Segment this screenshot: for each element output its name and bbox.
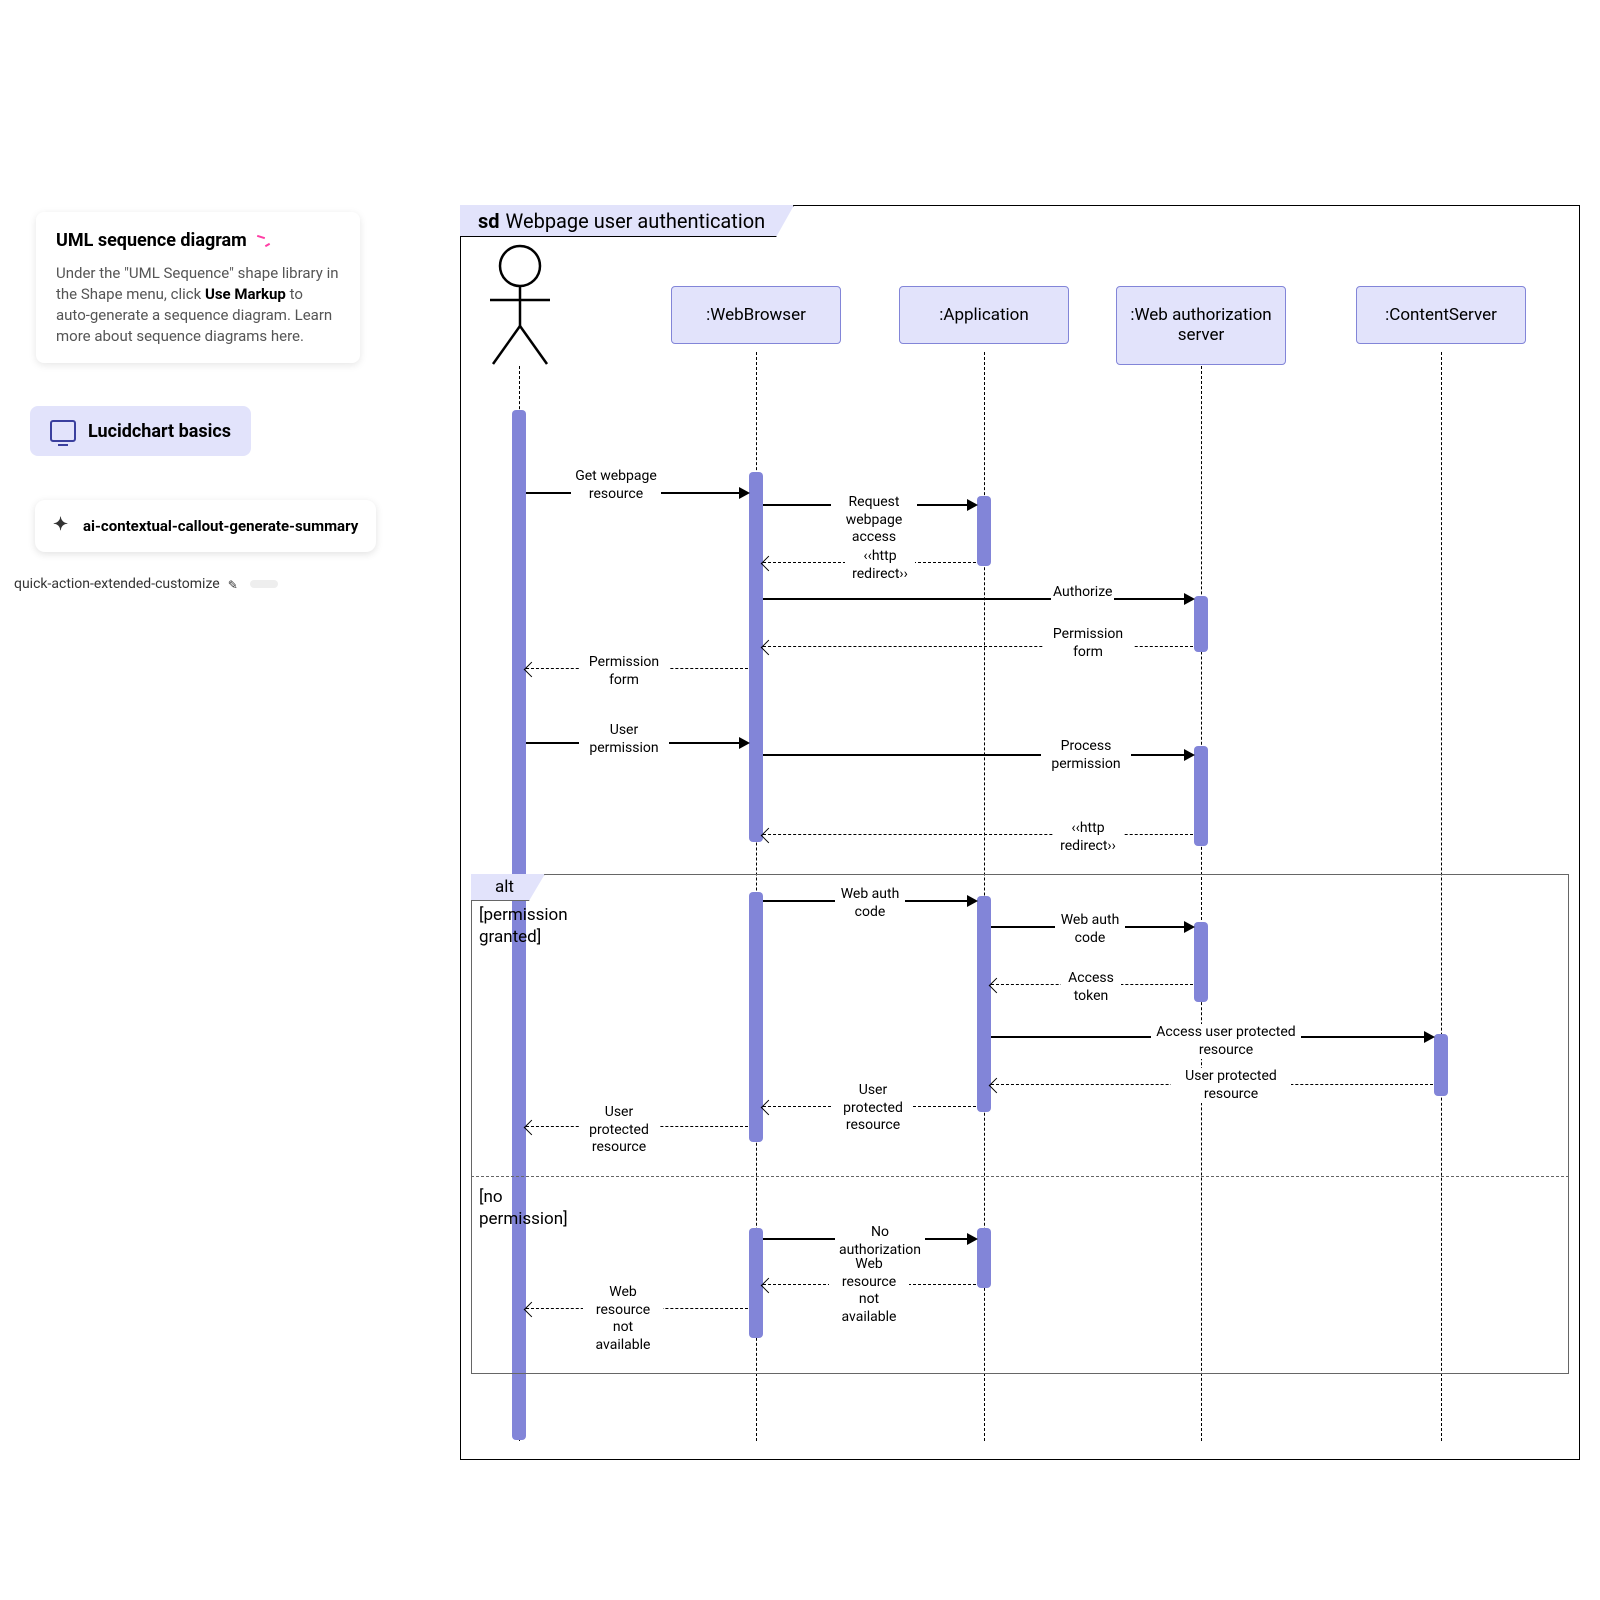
uml-tip-card: UML sequence diagram Under the "UML Sequ… bbox=[36, 212, 360, 363]
lucidchart-basics-card[interactable]: Lucidchart basics bbox=[30, 406, 251, 456]
quick-action-row[interactable]: quick-action-extended-customize bbox=[14, 576, 278, 592]
msg-redirect-2 bbox=[763, 834, 1193, 835]
label-wac-1: Web auth code bbox=[835, 886, 905, 921]
label-get-resource: Get webpage resource bbox=[571, 468, 661, 503]
label-perm-form-user: Permission form bbox=[579, 654, 669, 689]
basics-label: Lucidchart basics bbox=[88, 421, 231, 442]
monitor-icon bbox=[50, 420, 76, 442]
label-wac-2: Web auth code bbox=[1055, 912, 1125, 947]
label-process-perm: Process permission bbox=[1041, 738, 1131, 773]
label-wrna-2: Web resource not available bbox=[583, 1284, 663, 1354]
ai-callout-label: ai-contextual-callout-generate-summary bbox=[83, 517, 358, 535]
sequence-diagram-canvas[interactable]: sd Webpage user authentication :WebBrows… bbox=[460, 205, 1580, 1460]
sparkle-icon bbox=[53, 516, 73, 536]
activation-app-1 bbox=[977, 496, 991, 566]
pencil-icon bbox=[228, 577, 242, 591]
msg-authorize bbox=[763, 598, 1193, 600]
alt-guard-1: [permission granted] bbox=[479, 904, 589, 948]
label-redirect-1: ‹‹http redirect›› bbox=[845, 548, 915, 583]
label-access-token: Access token bbox=[1061, 970, 1121, 1005]
lifeline-browser[interactable]: :WebBrowser bbox=[671, 286, 841, 344]
label-request-access: Request webpage access bbox=[831, 494, 917, 547]
uml-tip-title: UML sequence diagram bbox=[56, 228, 247, 253]
label-redirect-2: ‹‹http redirect›› bbox=[1053, 820, 1123, 855]
ai-summary-callout[interactable]: ai-contextual-callout-generate-summary bbox=[35, 500, 376, 552]
uml-tip-body: Under the "UML Sequence" shape library i… bbox=[56, 263, 340, 347]
activation-auth-2 bbox=[1194, 746, 1208, 846]
label-upr-cs: User protected resource bbox=[1171, 1068, 1291, 1103]
label-no-auth: No authorization bbox=[835, 1224, 925, 1259]
label-wrna-1: Web resource not available bbox=[829, 1256, 909, 1326]
label-upr-user: User protected resource bbox=[579, 1104, 659, 1157]
alt-guard-2: [no permission] bbox=[479, 1186, 589, 1230]
alt-tab: alt bbox=[471, 874, 545, 901]
alt-divider bbox=[471, 1176, 1569, 1177]
lifeline-application[interactable]: :Application bbox=[899, 286, 1069, 344]
activation-browser-top bbox=[749, 472, 763, 842]
spark-icon bbox=[253, 234, 271, 248]
label-perm-form-auth: Permission form bbox=[1043, 626, 1133, 661]
activation-auth-1 bbox=[1194, 596, 1208, 652]
quick-action-pill bbox=[250, 580, 278, 588]
sd-header: sd Webpage user authentication bbox=[460, 205, 794, 237]
lifeline-content-server[interactable]: :ContentServer bbox=[1356, 286, 1526, 344]
lifeline-auth-server[interactable]: :Web authorization server bbox=[1116, 286, 1286, 365]
label-user-perm: User permission bbox=[579, 722, 669, 757]
label-access-user-res: Access user protected resource bbox=[1151, 1024, 1301, 1059]
label-upr-app: User protected resource bbox=[833, 1082, 913, 1135]
label-authorize: Authorize bbox=[1051, 584, 1114, 602]
actor-user[interactable] bbox=[475, 244, 565, 366]
